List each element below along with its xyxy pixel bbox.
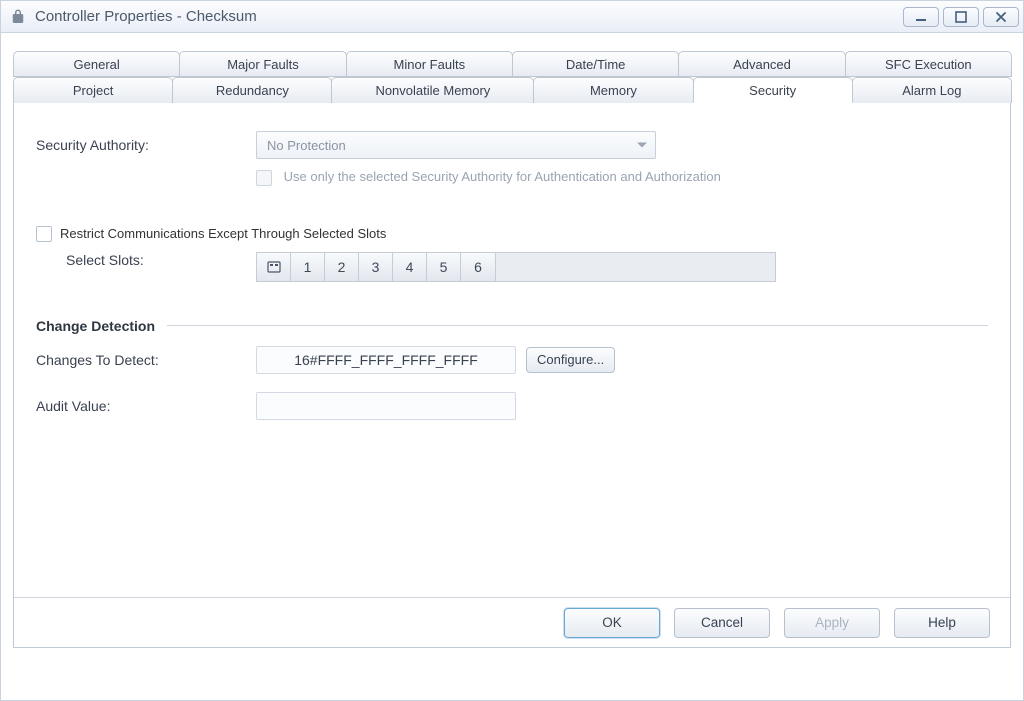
tab-label: Nonvolatile Memory	[375, 83, 490, 98]
app-icon	[9, 8, 27, 26]
audit-value-label: Audit Value:	[36, 398, 256, 414]
button-label: Help	[928, 615, 956, 630]
security-authority-label: Security Authority:	[36, 137, 256, 153]
tab-general[interactable]: General	[13, 51, 180, 77]
tab-security[interactable]: Security	[693, 77, 853, 103]
slot-header-icon[interactable]	[257, 253, 291, 281]
select-slots-grid: 1 2 3 4 5 6	[256, 252, 496, 282]
tab-label: Advanced	[733, 57, 791, 72]
cancel-button[interactable]: Cancel	[674, 608, 770, 638]
button-label: OK	[602, 615, 622, 630]
close-button[interactable]	[983, 7, 1019, 27]
changes-to-detect-value: 16#FFFF_FFFF_FFFF_FFFF	[256, 346, 516, 374]
use-only-security-authority-checkbox[interactable]	[256, 170, 272, 186]
slot-label: 2	[338, 259, 346, 275]
tab-label: Project	[73, 83, 113, 98]
tab-redundancy[interactable]: Redundancy	[172, 77, 332, 103]
tab-minor-faults[interactable]: Minor Faults	[346, 51, 513, 77]
tab-nonvolatile-memory[interactable]: Nonvolatile Memory	[331, 77, 534, 103]
restrict-communications-checkbox[interactable]	[36, 226, 52, 242]
button-label: Configure...	[537, 352, 604, 367]
tab-project[interactable]: Project	[13, 77, 173, 103]
tab-panel-security: Security Authority: No Protection Use on…	[13, 103, 1011, 648]
slot-button[interactable]: 1	[291, 253, 325, 281]
tab-alarm-log[interactable]: Alarm Log	[852, 77, 1012, 103]
tab-label: Security	[749, 83, 796, 98]
slot-label: 4	[406, 259, 414, 275]
change-detection-title: Change Detection	[36, 318, 155, 334]
chevron-down-icon	[637, 143, 647, 148]
section-divider	[167, 325, 988, 326]
slot-label: 5	[440, 259, 448, 275]
slots-empty-area	[496, 252, 776, 282]
audit-value-field	[256, 392, 516, 420]
tab-label: Date/Time	[566, 57, 625, 72]
apply-button[interactable]: Apply	[784, 608, 880, 638]
window-title: Controller Properties - Checksum	[35, 8, 257, 25]
tab-major-faults[interactable]: Major Faults	[179, 51, 346, 77]
slot-button[interactable]: 5	[427, 253, 461, 281]
tab-advanced[interactable]: Advanced	[678, 51, 845, 77]
minimize-button[interactable]	[903, 7, 939, 27]
slot-label: 1	[304, 259, 312, 275]
dialog-button-bar: OK Cancel Apply Help	[14, 597, 1010, 647]
change-detection-header: Change Detection	[36, 318, 988, 334]
button-label: Cancel	[701, 615, 743, 630]
use-only-security-authority-label: Use only the selected Security Authority…	[284, 169, 721, 184]
slot-button[interactable]: 4	[393, 253, 427, 281]
tab-label: SFC Execution	[885, 57, 972, 72]
security-authority-dropdown[interactable]: No Protection	[256, 131, 656, 159]
tab-label: Memory	[590, 83, 637, 98]
slot-button[interactable]: 6	[461, 253, 495, 281]
slot-button[interactable]: 2	[325, 253, 359, 281]
value-text: 16#FFFF_FFFF_FFFF_FFFF	[294, 352, 478, 368]
slot-label: 6	[474, 259, 482, 275]
tab-label: Major Faults	[227, 57, 299, 72]
button-label: Apply	[815, 615, 849, 630]
select-slots-label: Select Slots:	[36, 252, 256, 268]
changes-to-detect-label: Changes To Detect:	[36, 352, 256, 368]
tab-label: General	[74, 57, 120, 72]
dropdown-value: No Protection	[267, 138, 346, 153]
configure-button[interactable]: Configure...	[526, 347, 615, 373]
restrict-communications-label: Restrict Communications Except Through S…	[60, 226, 386, 241]
tab-label: Minor Faults	[394, 57, 466, 72]
tab-label: Redundancy	[216, 83, 289, 98]
tab-memory[interactable]: Memory	[533, 77, 693, 103]
tab-sfc-execution[interactable]: SFC Execution	[845, 51, 1012, 77]
ok-button[interactable]: OK	[564, 608, 660, 638]
slot-label: 3	[372, 259, 380, 275]
tab-label: Alarm Log	[902, 83, 961, 98]
tab-date-time[interactable]: Date/Time	[512, 51, 679, 77]
help-button[interactable]: Help	[894, 608, 990, 638]
titlebar: Controller Properties - Checksum	[1, 1, 1023, 33]
maximize-button[interactable]	[943, 7, 979, 27]
slot-button[interactable]: 3	[359, 253, 393, 281]
tab-strip: General Major Faults Minor Faults Date/T…	[13, 51, 1011, 103]
